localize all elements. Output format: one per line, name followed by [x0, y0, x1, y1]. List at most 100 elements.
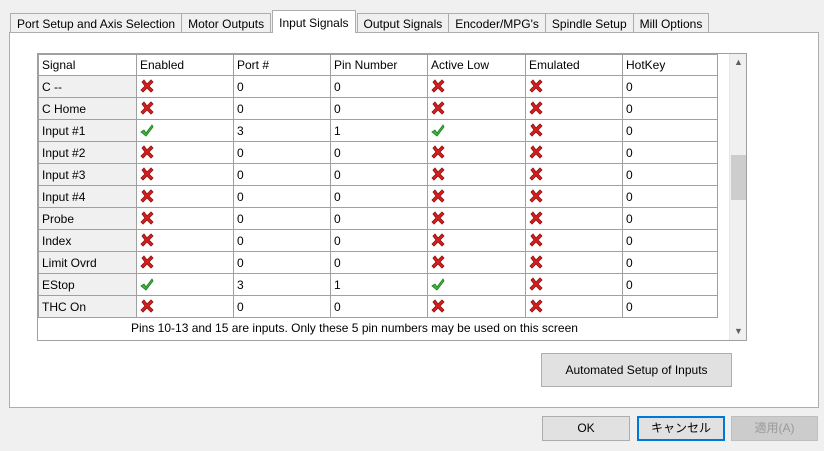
- checkbox-cell[interactable]: [136, 295, 234, 318]
- hotkey-cell[interactable]: 0: [622, 273, 718, 296]
- tab-motor-outputs[interactable]: Motor Outputs: [181, 13, 272, 33]
- port-cell[interactable]: 3: [233, 273, 331, 296]
- hotkey-cell[interactable]: 0: [622, 97, 718, 120]
- port-cell[interactable]: 0: [233, 141, 331, 164]
- signal-name-cell[interactable]: Index: [38, 229, 137, 252]
- tab-input-signals[interactable]: Input Signals: [272, 10, 356, 33]
- checkbox-cell[interactable]: [136, 207, 234, 230]
- checkbox-cell[interactable]: [136, 273, 234, 296]
- column-header[interactable]: HotKey: [622, 54, 718, 76]
- checkbox-cell[interactable]: [427, 295, 526, 318]
- scroll-up-arrow-icon[interactable]: ▲: [730, 54, 746, 71]
- pin-number-cell[interactable]: 0: [330, 97, 428, 120]
- checkbox-cell[interactable]: [427, 75, 526, 98]
- port-cell[interactable]: 0: [233, 295, 331, 318]
- automated-setup-button[interactable]: Automated Setup of Inputs: [541, 353, 732, 387]
- port-cell[interactable]: 0: [233, 229, 331, 252]
- hotkey-cell[interactable]: 0: [622, 295, 718, 318]
- port-cell[interactable]: 0: [233, 207, 331, 230]
- tab-mill-options[interactable]: Mill Options: [632, 13, 710, 33]
- pin-number-cell[interactable]: 1: [330, 273, 428, 296]
- checkbox-cell[interactable]: [136, 119, 234, 142]
- signal-name-cell[interactable]: Input #2: [38, 141, 137, 164]
- column-header[interactable]: Port #: [233, 54, 331, 76]
- checkbox-cell[interactable]: [525, 97, 623, 120]
- hotkey-cell[interactable]: 0: [622, 163, 718, 186]
- tab-encoder-mpg-s[interactable]: Encoder/MPG's: [448, 13, 546, 33]
- checkbox-cell[interactable]: [525, 251, 623, 274]
- checkbox-cell[interactable]: [136, 75, 234, 98]
- hotkey-cell[interactable]: 0: [622, 75, 718, 98]
- scroll-thumb[interactable]: [731, 155, 746, 200]
- checkbox-cell[interactable]: [136, 185, 234, 208]
- checkbox-cell[interactable]: [525, 141, 623, 164]
- hotkey-cell[interactable]: 0: [622, 207, 718, 230]
- checkbox-cell[interactable]: [136, 163, 234, 186]
- signal-name-cell[interactable]: C Home: [38, 97, 137, 120]
- table-row: Index 0 0 0: [38, 229, 718, 252]
- checkbox-cell[interactable]: [525, 75, 623, 98]
- pin-number-cell[interactable]: 0: [330, 207, 428, 230]
- ok-button[interactable]: OK: [542, 416, 630, 441]
- hotkey-cell[interactable]: 0: [622, 251, 718, 274]
- port-cell[interactable]: 0: [233, 251, 331, 274]
- signal-name-cell[interactable]: EStop: [38, 273, 137, 296]
- signal-name-cell[interactable]: Input #4: [38, 185, 137, 208]
- port-cell[interactable]: 0: [233, 163, 331, 186]
- checkbox-cell[interactable]: [525, 163, 623, 186]
- pin-number-cell[interactable]: 0: [330, 185, 428, 208]
- signal-name-cell[interactable]: Input #3: [38, 163, 137, 186]
- pin-number-cell[interactable]: 0: [330, 75, 428, 98]
- checkbox-cell[interactable]: [525, 207, 623, 230]
- hotkey-cell[interactable]: 0: [622, 229, 718, 252]
- scroll-down-arrow-icon[interactable]: ▼: [730, 323, 746, 340]
- column-header[interactable]: Pin Number: [330, 54, 428, 76]
- checkbox-cell[interactable]: [427, 141, 526, 164]
- checkbox-cell[interactable]: [427, 97, 526, 120]
- port-cell[interactable]: 3: [233, 119, 331, 142]
- tab-output-signals[interactable]: Output Signals: [356, 13, 450, 33]
- checkbox-cell[interactable]: [136, 229, 234, 252]
- checkbox-cell[interactable]: [136, 251, 234, 274]
- checkbox-cell[interactable]: [427, 207, 526, 230]
- signal-name-cell[interactable]: C --: [38, 75, 137, 98]
- checkbox-cell[interactable]: [525, 295, 623, 318]
- checkbox-cell[interactable]: [427, 229, 526, 252]
- pin-number-cell[interactable]: 0: [330, 229, 428, 252]
- pin-number-cell[interactable]: 0: [330, 163, 428, 186]
- pin-number-cell[interactable]: 1: [330, 119, 428, 142]
- tab-port-setup-and-axis-selection[interactable]: Port Setup and Axis Selection: [10, 13, 183, 33]
- checkbox-cell[interactable]: [427, 273, 526, 296]
- pin-number-cell[interactable]: 0: [330, 295, 428, 318]
- checkbox-cell[interactable]: [427, 119, 526, 142]
- signal-name-cell[interactable]: THC On: [38, 295, 137, 318]
- pin-number-cell[interactable]: 0: [330, 141, 428, 164]
- cancel-button[interactable]: キャンセル: [637, 416, 725, 441]
- checkbox-cell[interactable]: [525, 119, 623, 142]
- column-header[interactable]: Signal: [38, 54, 137, 76]
- checkbox-cell[interactable]: [427, 185, 526, 208]
- port-cell[interactable]: 0: [233, 185, 331, 208]
- checkbox-cell[interactable]: [427, 251, 526, 274]
- checkbox-cell[interactable]: [525, 185, 623, 208]
- column-header[interactable]: Active Low: [427, 54, 526, 76]
- checkbox-cell[interactable]: [427, 163, 526, 186]
- port-cell[interactable]: 0: [233, 75, 331, 98]
- checkbox-cell[interactable]: [136, 97, 234, 120]
- vertical-scrollbar[interactable]: ▲ ▼: [729, 54, 746, 340]
- table-row: Probe 0 0 0: [38, 207, 718, 230]
- hotkey-cell[interactable]: 0: [622, 141, 718, 164]
- signal-name-cell[interactable]: Input #1: [38, 119, 137, 142]
- checkbox-cell[interactable]: [525, 229, 623, 252]
- checkbox-cell[interactable]: [136, 141, 234, 164]
- column-header[interactable]: Emulated: [525, 54, 623, 76]
- hotkey-cell[interactable]: 0: [622, 185, 718, 208]
- checkbox-cell[interactable]: [525, 273, 623, 296]
- port-cell[interactable]: 0: [233, 97, 331, 120]
- signal-name-cell[interactable]: Probe: [38, 207, 137, 230]
- column-header[interactable]: Enabled: [136, 54, 234, 76]
- pin-number-cell[interactable]: 0: [330, 251, 428, 274]
- tab-spindle-setup[interactable]: Spindle Setup: [544, 13, 634, 33]
- hotkey-cell[interactable]: 0: [622, 119, 718, 142]
- signal-name-cell[interactable]: Limit Ovrd: [38, 251, 137, 274]
